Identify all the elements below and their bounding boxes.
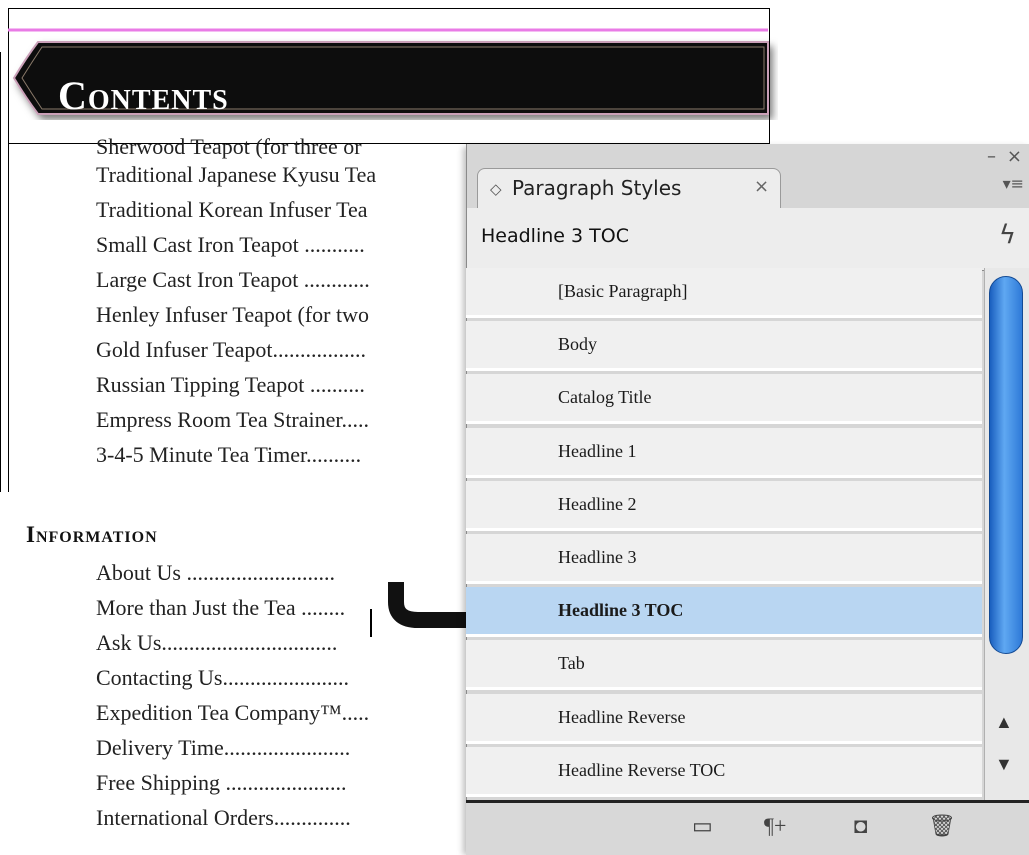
contents-title: Contents — [58, 73, 229, 118]
clear-overrides-icon[interactable]: ¶+ — [764, 813, 786, 839]
current-style-name: Headline 3 TOC — [481, 225, 629, 247]
section-heading-information: Information — [26, 522, 158, 547]
current-style-row: Headline 3 TOC ϟ — [467, 208, 1029, 271]
style-item-tab[interactable]: Tab — [466, 640, 982, 691]
style-item-body[interactable]: Body — [466, 321, 982, 372]
style-item-headline-3-toc[interactable]: Headline 3 TOC — [466, 587, 982, 638]
scrollbar-thumb[interactable] — [989, 276, 1023, 654]
close-icon[interactable]: × — [1007, 146, 1022, 167]
style-item-label: Headline 3 — [558, 547, 637, 567]
style-item-basic-paragraph[interactable]: [Basic Paragraph] — [466, 268, 982, 318]
info-entry: Contacting Us....................... — [96, 665, 349, 690]
folder-icon[interactable]: ▭ — [692, 813, 713, 839]
page-frame-left2 — [0, 52, 1, 492]
toc-entry: Traditional Korean Infuser Tea — [96, 197, 368, 222]
style-item-headline-reverse[interactable]: Headline Reverse — [466, 693, 982, 744]
info-entry: About Us ........................... — [96, 560, 335, 585]
scroll-down-icon[interactable]: ▼ — [995, 754, 1013, 775]
toc-entry: Traditional Japanese Kyusu Tea — [96, 162, 377, 187]
style-item-label: Headline 1 — [558, 440, 637, 461]
panel-bottom-toolbar: ▭ ¶+ ◘ 🗑 — [466, 800, 1029, 855]
toc-entry: Sherwood Teapot (for three or — [96, 134, 362, 159]
style-item-headline-1[interactable]: Headline 1 — [466, 427, 982, 478]
minimize-icon[interactable]: – — [987, 146, 996, 167]
contents-banner: Contents — [8, 28, 778, 118]
scroll-up-icon[interactable]: ▲ — [995, 712, 1013, 733]
toc-entry: Empress Room Tea Strainer..... — [96, 407, 370, 432]
tab-diamond-icon: ◇ — [490, 180, 502, 198]
style-item-label: Body — [558, 334, 598, 355]
page-frame-top — [8, 8, 770, 9]
info-entry: Ask Us................................ — [96, 630, 338, 655]
style-item-label: Headline Reverse TOC — [558, 759, 726, 780]
style-item-label: Headline 3 TOC — [558, 600, 684, 621]
style-item-headline-2[interactable]: Headline 2 — [466, 480, 982, 531]
panel-menu-icon[interactable]: ▾≡ — [1003, 174, 1024, 193]
style-item-label: Tab — [558, 653, 585, 674]
info-entry: More than Just the Tea ........ — [96, 595, 346, 620]
info-entry: Expedition Tea Company™..... — [96, 700, 370, 725]
style-item-label: [Basic Paragraph] — [558, 281, 688, 301]
delete-icon[interactable]: 🗑 — [928, 813, 956, 839]
toc-entry: Small Cast Iron Teapot ........... — [96, 232, 365, 257]
toc-entry: Russian Tipping Teapot .......... — [96, 372, 365, 397]
lightning-icon[interactable]: ϟ — [999, 220, 1016, 250]
style-item-label: Catalog Title — [558, 387, 652, 408]
style-item-label: Headline Reverse — [558, 706, 686, 727]
info-entry: Free Shipping ...................... — [96, 770, 347, 795]
tab-close-icon[interactable]: × — [754, 176, 769, 197]
toc-entry: 3-4-5 Minute Tea Timer.......... — [96, 442, 362, 467]
style-item-label: Headline 2 — [558, 493, 637, 514]
scrollbar[interactable]: ▲ ▼ — [984, 268, 1029, 800]
tab-label: Paragraph Styles — [512, 176, 682, 200]
toc-entry: Henley Infuser Teapot (for two — [96, 302, 369, 327]
new-style-icon[interactable]: ◘ — [854, 813, 867, 839]
style-item-headline-reverse-toc[interactable]: Headline Reverse TOC — [466, 746, 982, 797]
tab-paragraph-styles[interactable]: ◇ Paragraph Styles × — [477, 168, 781, 209]
toc-entry: Large Cast Iron Teapot ............ — [96, 267, 370, 292]
toc-entry: Gold Infuser Teapot................. — [96, 337, 366, 362]
style-item-headline-3[interactable]: Headline 3 — [466, 534, 982, 584]
info-entry: Delivery Time....................... — [96, 735, 351, 760]
style-item-catalog-title[interactable]: Catalog Title — [466, 374, 982, 425]
text-cursor — [370, 609, 372, 637]
info-entry: International Orders.............. — [96, 805, 351, 830]
style-list: [Basic Paragraph] Body Catalog Title Headli… — [466, 268, 982, 800]
